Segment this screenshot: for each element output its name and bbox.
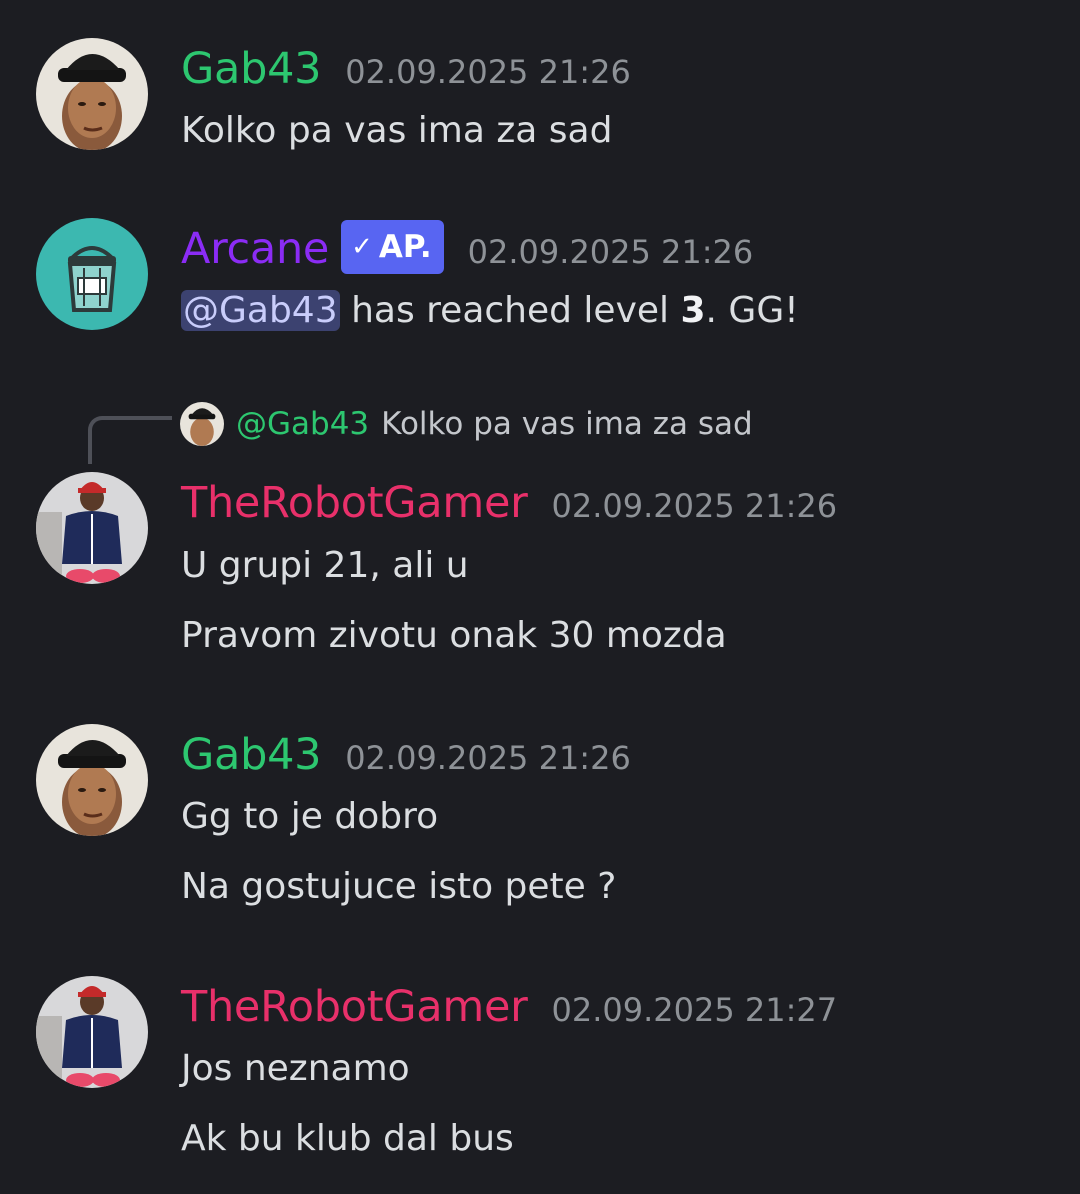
message-text-part: has reached level	[351, 290, 670, 331]
app-badge: ✓ AP.	[341, 220, 444, 274]
man-in-black-hat-avatar-icon	[180, 402, 224, 446]
user-avatar[interactable]	[36, 38, 148, 150]
username[interactable]: TheRobotGamer	[181, 478, 528, 528]
username[interactable]: Gab43	[181, 44, 321, 94]
man-in-black-hat-avatar-icon	[36, 724, 148, 836]
user-mention[interactable]: @Gab43	[181, 290, 340, 331]
man-in-tracksuit-avatar-icon	[36, 976, 148, 1088]
message-text: U grupi 21, ali u	[181, 545, 469, 586]
man-in-tracksuit-avatar-icon	[36, 472, 148, 584]
username[interactable]: Arcane	[181, 224, 329, 274]
message-text: @Gab43 has reached level 3. GG!	[181, 290, 799, 331]
user-avatar[interactable]	[36, 472, 148, 584]
message-text: Pravom zivotu onak 30 mozda	[181, 615, 727, 656]
reply-avatar	[180, 402, 224, 446]
message-text: Jos neznamo	[181, 1048, 410, 1089]
checkmark-icon: ✓	[351, 232, 373, 262]
timestamp: 02.09.2025 21:27	[551, 991, 838, 1029]
username[interactable]: Gab43	[181, 730, 321, 780]
bot-avatar[interactable]	[36, 218, 148, 330]
timestamp: 02.09.2025 21:26	[551, 487, 838, 525]
reply-reference[interactable]: @Gab43 Kolko pa vas ima za sad	[180, 400, 753, 448]
username[interactable]: TheRobotGamer	[181, 982, 528, 1032]
man-in-black-hat-avatar-icon	[36, 38, 148, 150]
message-text: Na gostujuce isto pete ?	[181, 866, 617, 907]
message-text-part: . GG!	[705, 290, 799, 331]
teal-bucket-bot-avatar-icon	[36, 218, 148, 330]
reply-connector	[88, 416, 172, 464]
user-avatar[interactable]	[36, 724, 148, 836]
reply-username[interactable]: @Gab43	[236, 406, 369, 442]
level-number: 3	[680, 290, 706, 331]
message-text: Ak bu klub dal bus	[181, 1118, 514, 1159]
reply-text: Kolko pa vas ima za sad	[381, 406, 753, 442]
message-text: Gg to je dobro	[181, 796, 439, 837]
timestamp: 02.09.2025 21:26	[345, 739, 631, 777]
timestamp: 02.09.2025 21:26	[467, 233, 754, 271]
badge-label: AP.	[378, 229, 432, 265]
timestamp: 02.09.2025 21:26	[345, 53, 631, 91]
message-text: Kolko pa vas ima za sad	[181, 110, 613, 151]
user-avatar[interactable]	[36, 976, 148, 1088]
